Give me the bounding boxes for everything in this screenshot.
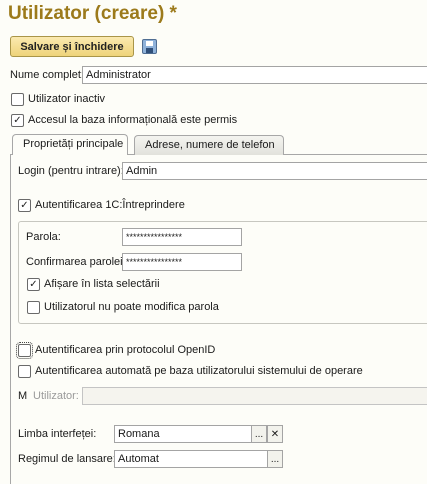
full-name-field[interactable]: Administrator (82, 66, 427, 84)
os-user-label: Utilizator: (33, 390, 79, 402)
os-auth-label: Autentificarea automată pe baza utilizat… (35, 365, 363, 377)
ellipsis-icon: ... (254, 428, 264, 440)
show-in-list-checkbox[interactable]: ✓ (27, 278, 40, 291)
password-label: Parola: (26, 231, 61, 243)
language-label: Limba interfeței: (18, 428, 97, 440)
floppy-disk-icon[interactable] (142, 39, 157, 54)
login-label: Login (pentru intrare): (18, 165, 124, 177)
confirm-password-field[interactable]: **************** (122, 253, 242, 271)
password-field[interactable]: **************** (122, 228, 242, 246)
page-title: Utilizator (creare) * (8, 3, 177, 24)
show-in-list-label: Afișare în lista selectării (44, 278, 160, 290)
login-field[interactable]: Admin (122, 162, 427, 180)
full-name-label: Nume complet: (10, 69, 84, 81)
language-clear-button[interactable]: ✕ (267, 425, 283, 443)
tab-addresses-phones[interactable]: Adrese, numere de telefon (134, 135, 284, 155)
os-user-prefix: M (18, 390, 28, 402)
access-label: Accesul la baza informațională este perm… (28, 114, 238, 126)
check-mark-icon: ✓ (13, 114, 22, 126)
tab-main-properties[interactable]: Proprietăți principale (12, 134, 128, 155)
language-field[interactable]: Romana (114, 425, 252, 443)
save-and-close-button[interactable]: Salvare și închidere (10, 36, 134, 57)
check-mark-icon: ✓ (20, 199, 29, 211)
inactive-checkbox[interactable] (11, 93, 24, 106)
os-auth-checkbox[interactable] (18, 365, 31, 378)
inactive-label: Utilizator inactiv (28, 93, 106, 105)
openid-label: Autentificarea prin protocolul OpenID (35, 344, 216, 356)
check-mark-icon: ✓ (29, 278, 38, 290)
openid-checkbox[interactable] (16, 342, 33, 359)
auth-1c-label: Autentificarea 1C:Întreprindere (35, 199, 185, 211)
auth-1c-checkbox[interactable]: ✓ (18, 199, 31, 212)
ellipsis-icon: ... (270, 453, 280, 465)
language-select-button[interactable]: ... (251, 425, 267, 443)
launch-mode-field[interactable]: Automat (114, 450, 268, 468)
launch-mode-select-button[interactable]: ... (267, 450, 283, 468)
access-checkbox[interactable]: ✓ (11, 114, 24, 127)
os-user-field[interactable] (82, 387, 427, 405)
launch-mode-label: Regimul de lansare: (18, 453, 116, 465)
close-icon: ✕ (270, 428, 280, 440)
cannot-change-password-label: Utilizatorul nu poate modifica parola (44, 301, 219, 313)
confirm-password-label: Confirmarea parolei: (26, 256, 126, 268)
cannot-change-password-checkbox[interactable] (27, 301, 40, 314)
